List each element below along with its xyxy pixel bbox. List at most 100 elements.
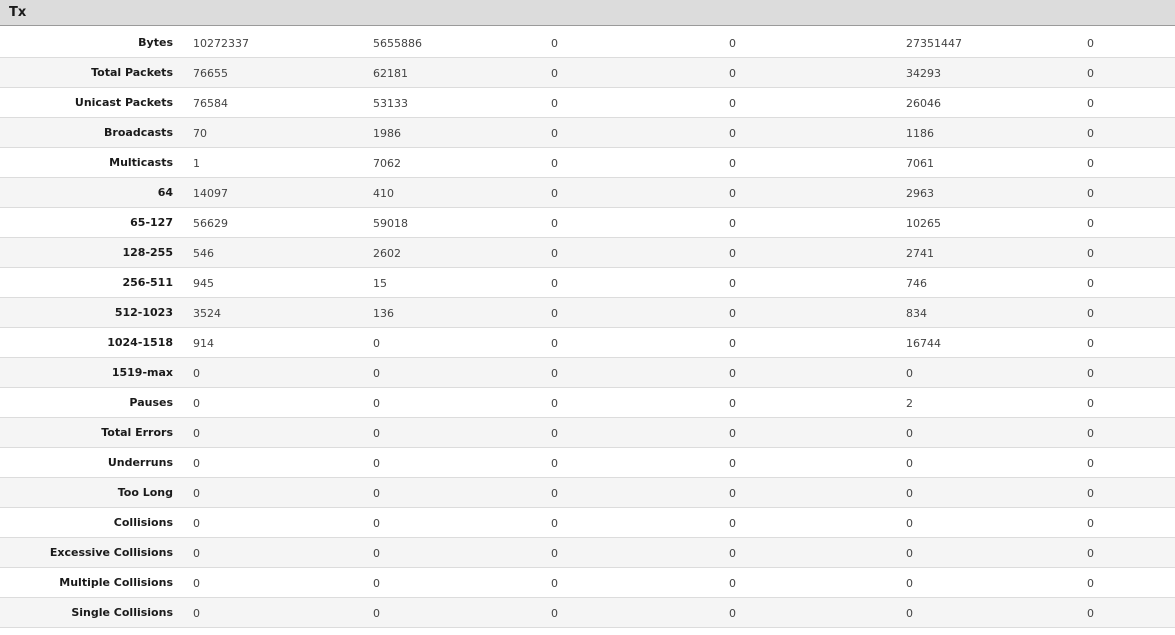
stat-value-col-2: 0 bbox=[373, 457, 380, 470]
stat-value-col-2: 2602 bbox=[373, 247, 401, 260]
stat-label: Unicast Packets bbox=[74, 96, 173, 109]
stat-value-col-5: 10265 bbox=[906, 217, 941, 230]
stat-value-col-5: 0 bbox=[906, 367, 913, 380]
stat-value-col-6: 0 bbox=[1087, 157, 1094, 170]
stat-row: 128-255 546 2602 0 0 2741 0 bbox=[0, 238, 1175, 268]
stat-row: Unicast Packets 76584 53133 0 0 26046 0 bbox=[0, 88, 1175, 118]
stat-value-col-1: 0 bbox=[193, 457, 200, 470]
stat-value-col-1: 56629 bbox=[193, 217, 228, 230]
stat-value-col-3: 0 bbox=[551, 547, 558, 560]
tx-section-header: Tx bbox=[0, 0, 1175, 26]
stat-label: Bytes bbox=[138, 36, 173, 49]
stat-row: Underruns 0 0 0 0 0 0 bbox=[0, 448, 1175, 478]
stat-value-col-3: 0 bbox=[551, 607, 558, 620]
stat-value-col-6: 0 bbox=[1087, 457, 1094, 470]
stat-value-col-3: 0 bbox=[551, 577, 558, 590]
stat-value-col-1: 914 bbox=[193, 337, 214, 350]
stat-label: 128-255 bbox=[122, 246, 174, 259]
stat-value-col-3: 0 bbox=[551, 247, 558, 260]
stat-label: Underruns bbox=[107, 456, 173, 469]
stat-value-col-5: 0 bbox=[906, 427, 913, 440]
stat-value-col-6: 0 bbox=[1087, 277, 1094, 290]
stat-value-col-6: 0 bbox=[1087, 577, 1094, 590]
stat-value-col-1: 76584 bbox=[193, 97, 228, 110]
stat-value-col-1: 0 bbox=[193, 367, 200, 380]
stat-value-col-2: 0 bbox=[373, 517, 380, 530]
stat-value-col-6: 0 bbox=[1087, 187, 1094, 200]
stat-value-col-6: 0 bbox=[1087, 397, 1094, 410]
stat-label: Excessive Collisions bbox=[49, 546, 173, 559]
stat-label: 256-511 bbox=[122, 276, 174, 289]
stat-value-col-5: 0 bbox=[906, 517, 913, 530]
stat-value-col-1: 10272337 bbox=[193, 37, 249, 50]
stat-value-col-5: 7061 bbox=[906, 157, 934, 170]
stat-row: Total Packets 76655 62181 0 0 34293 0 bbox=[0, 58, 1175, 88]
stat-row: 64 14097 410 0 0 2963 0 bbox=[0, 178, 1175, 208]
stat-label: Total Packets bbox=[91, 66, 173, 79]
stat-value-col-5: 746 bbox=[906, 277, 927, 290]
stat-value-col-2: 0 bbox=[373, 487, 380, 500]
stat-value-col-1: 3524 bbox=[193, 307, 221, 320]
stat-value-col-5: 2741 bbox=[906, 247, 934, 260]
stat-value-col-4: 0 bbox=[729, 607, 736, 620]
stat-value-col-6: 0 bbox=[1087, 97, 1094, 110]
stat-value-col-4: 0 bbox=[729, 217, 736, 230]
stat-value-col-1: 1 bbox=[193, 157, 200, 170]
stat-value-col-3: 0 bbox=[551, 487, 558, 500]
stat-value-col-3: 0 bbox=[551, 217, 558, 230]
stat-value-col-4: 0 bbox=[729, 397, 736, 410]
stat-value-col-1: 0 bbox=[193, 607, 200, 620]
stat-value-col-6: 0 bbox=[1087, 517, 1094, 530]
stat-value-col-1: 0 bbox=[193, 577, 200, 590]
stat-row: Multiple Collisions 0 0 0 0 0 0 bbox=[0, 568, 1175, 598]
stat-label: Collisions bbox=[113, 516, 173, 529]
stat-value-col-4: 0 bbox=[729, 487, 736, 500]
stat-value-col-5: 1186 bbox=[906, 127, 934, 140]
stat-value-col-2: 1986 bbox=[373, 127, 401, 140]
stat-value-col-4: 0 bbox=[729, 307, 736, 320]
stat-value-col-4: 0 bbox=[729, 37, 736, 50]
stat-value-col-2: 0 bbox=[373, 547, 380, 560]
stat-value-col-1: 0 bbox=[193, 487, 200, 500]
stat-value-col-5: 2 bbox=[906, 397, 913, 410]
stat-value-col-5: 0 bbox=[906, 607, 913, 620]
stat-label: 1519-max bbox=[111, 366, 173, 379]
stat-value-col-1: 546 bbox=[193, 247, 214, 260]
stat-value-col-2: 62181 bbox=[373, 67, 408, 80]
stat-value-col-3: 0 bbox=[551, 337, 558, 350]
stat-value-col-3: 0 bbox=[551, 367, 558, 380]
stat-value-col-3: 0 bbox=[551, 157, 558, 170]
stat-value-col-3: 0 bbox=[551, 517, 558, 530]
stat-value-col-6: 0 bbox=[1087, 307, 1094, 320]
stat-value-col-2: 0 bbox=[373, 337, 380, 350]
stat-row: Excessive Collisions 0 0 0 0 0 0 bbox=[0, 538, 1175, 568]
stat-value-col-6: 0 bbox=[1087, 247, 1094, 260]
stat-row: Total Errors 0 0 0 0 0 0 bbox=[0, 418, 1175, 448]
stat-value-col-4: 0 bbox=[729, 367, 736, 380]
stat-value-col-4: 0 bbox=[729, 517, 736, 530]
stat-row: 512-1023 3524 136 0 0 834 0 bbox=[0, 298, 1175, 328]
section-title: Tx bbox=[9, 5, 27, 20]
stat-value-col-5: 0 bbox=[906, 457, 913, 470]
stat-row: Bytes 10272337 5655886 0 0 27351447 0 bbox=[0, 28, 1175, 58]
stat-label: Total Errors bbox=[101, 426, 173, 439]
stat-value-col-2: 15 bbox=[373, 277, 387, 290]
stat-row: 1024-1518 914 0 0 0 16744 0 bbox=[0, 328, 1175, 358]
stat-row: 65-127 56629 59018 0 0 10265 0 bbox=[0, 208, 1175, 238]
stat-value-col-4: 0 bbox=[729, 97, 736, 110]
stat-label: Too Long bbox=[117, 486, 173, 499]
stat-label: Pauses bbox=[129, 396, 173, 409]
stat-value-col-1: 76655 bbox=[193, 67, 228, 80]
stat-value-col-4: 0 bbox=[729, 67, 736, 80]
stat-value-col-2: 0 bbox=[373, 577, 380, 590]
stat-row: Broadcasts 70 1986 0 0 1186 0 bbox=[0, 118, 1175, 148]
stat-value-col-2: 0 bbox=[373, 397, 380, 410]
stat-value-col-1: 0 bbox=[193, 547, 200, 560]
stat-row: Pauses 0 0 0 0 2 0 bbox=[0, 388, 1175, 418]
stat-value-col-2: 0 bbox=[373, 607, 380, 620]
stat-value-col-2: 5655886 bbox=[373, 37, 422, 50]
stat-label: Single Collisions bbox=[71, 606, 173, 619]
stat-row: Multicasts 1 7062 0 0 7061 0 bbox=[0, 148, 1175, 178]
stat-value-col-4: 0 bbox=[729, 157, 736, 170]
stat-value-col-3: 0 bbox=[551, 457, 558, 470]
